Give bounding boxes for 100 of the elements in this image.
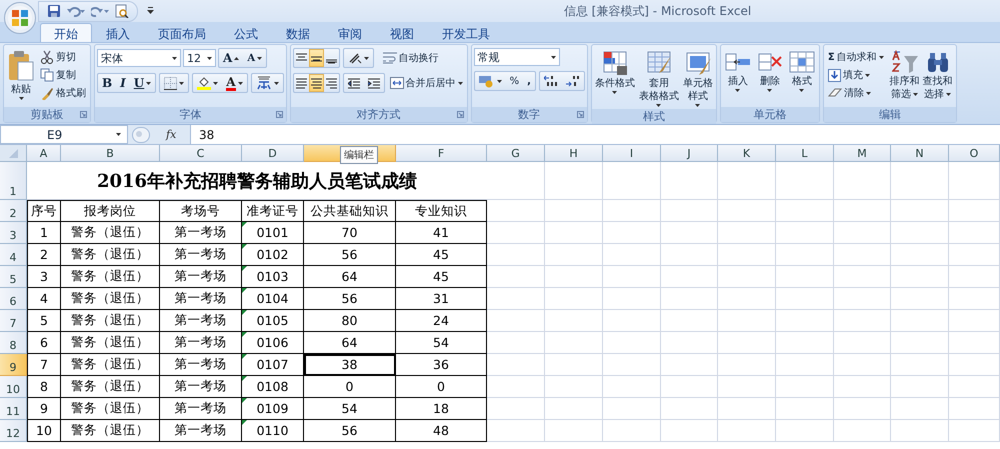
empty-cell[interactable] xyxy=(949,310,1000,332)
empty-cell[interactable] xyxy=(834,420,891,442)
table-cell[interactable]: 警务（退伍） xyxy=(61,420,160,442)
table-cell[interactable]: 第一考场 xyxy=(160,398,242,420)
empty-cell[interactable] xyxy=(487,376,545,398)
empty-cell[interactable] xyxy=(545,398,603,420)
fill-down-icon[interactable] xyxy=(828,68,841,82)
dropdown-caret-icon[interactable] xyxy=(550,56,556,58)
table-cell[interactable]: 56 xyxy=(304,288,396,310)
table-cell[interactable]: 45 xyxy=(396,266,487,288)
conditional-format-icon[interactable] xyxy=(600,50,629,76)
empty-cell[interactable] xyxy=(603,266,661,288)
paste-button[interactable]: 粘贴 xyxy=(6,48,36,102)
comma-style-button[interactable]: , xyxy=(523,72,535,90)
empty-cell[interactable] xyxy=(891,266,949,288)
empty-cell[interactable] xyxy=(776,332,834,354)
align-center-icon[interactable] xyxy=(310,78,322,88)
dropdown-caret-icon[interactable] xyxy=(864,74,870,76)
font-size-dropdown[interactable]: 12 xyxy=(183,49,216,67)
table-cell[interactable]: 54 xyxy=(396,332,487,354)
dropdown-caret-icon[interactable] xyxy=(612,91,618,94)
table-cell[interactable]: 1 xyxy=(27,222,61,244)
empty-cell[interactable] xyxy=(487,222,545,244)
empty-cell[interactable] xyxy=(603,200,661,222)
empty-cell[interactable] xyxy=(661,310,718,332)
empty-cell[interactable] xyxy=(718,310,776,332)
table-cell[interactable]: 18 xyxy=(396,398,487,420)
empty-cell[interactable] xyxy=(718,266,776,288)
row-header[interactable]: 2 xyxy=(0,200,27,222)
empty-cell[interactable] xyxy=(545,332,603,354)
dropdown-caret-icon[interactable] xyxy=(274,82,279,84)
empty-cell[interactable] xyxy=(718,398,776,420)
table-cell[interactable]: 6 xyxy=(27,332,61,354)
empty-cell[interactable] xyxy=(834,222,891,244)
phonetic-guide-icon[interactable] xyxy=(256,76,272,90)
table-cell[interactable]: 80 xyxy=(304,310,396,332)
table-cell[interactable]: 0103 xyxy=(242,266,304,288)
table-cell[interactable]: 0110 xyxy=(242,420,304,442)
conditional-format-button[interactable]: 条件格式 xyxy=(594,48,636,96)
dropdown-caret-icon[interactable] xyxy=(878,56,884,58)
empty-cell[interactable] xyxy=(776,376,834,398)
dropdown-caret-icon[interactable] xyxy=(735,89,740,92)
empty-cell[interactable] xyxy=(487,162,545,200)
up-caret-icon[interactable] xyxy=(234,56,240,60)
autosum-button[interactable]: Σ 自动求和 xyxy=(826,48,886,66)
merge-center-button[interactable]: 合并后居中 xyxy=(388,74,465,92)
empty-cell[interactable] xyxy=(545,162,603,200)
empty-cell[interactable] xyxy=(545,310,603,332)
column-header[interactable]: F xyxy=(396,145,487,162)
empty-cell[interactable] xyxy=(661,354,718,376)
empty-cell[interactable] xyxy=(545,244,603,266)
table-cell[interactable]: 0108 xyxy=(242,376,304,398)
empty-cell[interactable] xyxy=(545,420,603,442)
empty-cell[interactable] xyxy=(949,266,1000,288)
empty-cell[interactable] xyxy=(891,162,949,200)
empty-cell[interactable] xyxy=(776,200,834,222)
empty-cell[interactable] xyxy=(891,200,949,222)
column-header[interactable]: A xyxy=(27,145,61,162)
table-cell[interactable]: 警务（退伍） xyxy=(61,288,160,310)
empty-cell[interactable] xyxy=(776,244,834,266)
column-header[interactable]: J xyxy=(661,145,718,162)
empty-cell[interactable] xyxy=(834,332,891,354)
format-cells-icon[interactable] xyxy=(788,50,816,74)
underline-button[interactable]: U xyxy=(130,74,156,92)
table-cell[interactable]: 31 xyxy=(396,288,487,310)
fill-bucket-icon[interactable] xyxy=(197,76,212,90)
table-cell[interactable]: 5 xyxy=(27,310,61,332)
empty-cell[interactable] xyxy=(661,222,718,244)
cell-styles-icon[interactable] xyxy=(684,50,712,76)
row-header[interactable]: 7 xyxy=(0,310,27,332)
empty-cell[interactable] xyxy=(891,420,949,442)
empty-cell[interactable] xyxy=(718,288,776,310)
dropdown-caret-icon[interactable] xyxy=(207,56,212,60)
wrap-text-icon[interactable] xyxy=(382,52,397,64)
column-header[interactable]: C xyxy=(160,145,242,162)
scissors-icon[interactable] xyxy=(40,50,54,64)
table-cell[interactable]: 0107 xyxy=(242,354,304,376)
bold-button[interactable]: B xyxy=(98,74,116,92)
empty-cell[interactable] xyxy=(949,222,1000,244)
dropdown-caret-icon[interactable] xyxy=(767,89,772,92)
slanted-text-icon[interactable] xyxy=(348,52,362,64)
empty-cell[interactable] xyxy=(487,398,545,420)
align-top-icon[interactable] xyxy=(296,52,307,64)
empty-cell[interactable] xyxy=(603,244,661,266)
dialog-launcher-icon[interactable] xyxy=(576,111,584,118)
dropdown-caret-icon[interactable] xyxy=(146,82,152,84)
empty-cell[interactable] xyxy=(603,420,661,442)
empty-cell[interactable] xyxy=(661,420,718,442)
table-cell[interactable]: 警务（退伍） xyxy=(61,222,160,244)
name-box[interactable]: E9 xyxy=(0,125,128,144)
empty-cell[interactable] xyxy=(834,354,891,376)
empty-cell[interactable] xyxy=(545,222,603,244)
column-header[interactable]: K xyxy=(718,145,776,162)
empty-cell[interactable] xyxy=(603,354,661,376)
table-cell[interactable]: 38 xyxy=(304,354,396,376)
row-header[interactable]: 5 xyxy=(0,266,27,288)
table-cell[interactable]: 36 xyxy=(396,354,487,376)
empty-cell[interactable] xyxy=(834,398,891,420)
row-header[interactable]: 10 xyxy=(0,376,27,398)
table-cell[interactable]: 41 xyxy=(396,222,487,244)
